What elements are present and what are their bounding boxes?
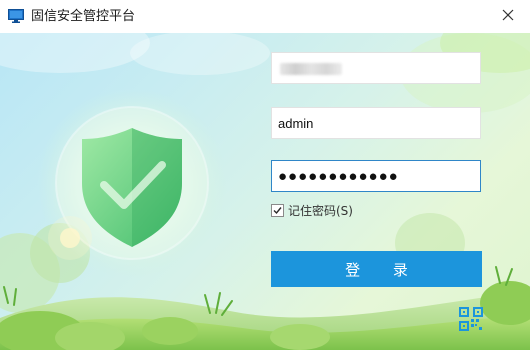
remember-checkbox[interactable] xyxy=(271,203,284,217)
username-field[interactable] xyxy=(271,107,481,139)
remember-label: 记住密码(S) xyxy=(288,203,353,218)
login-button[interactable]: 登 录 xyxy=(271,251,482,287)
login-window: 固信安全管控平台 admin ●●●●●●●●●●●● 记住密码(S) 登 录 xyxy=(0,0,530,350)
monitor-icon xyxy=(8,9,24,23)
window-title: 固信安全管控平台 xyxy=(31,9,136,24)
title-bar: 固信安全管控平台 xyxy=(0,0,530,33)
close-button[interactable] xyxy=(486,0,530,33)
qr-code-icon[interactable] xyxy=(459,307,483,331)
server-value-blurred xyxy=(280,63,342,75)
password-field[interactable] xyxy=(271,160,481,192)
server-field[interactable] xyxy=(271,52,481,84)
checkmark-icon xyxy=(273,206,282,214)
username-input[interactable] xyxy=(272,108,480,138)
remember-password[interactable]: 记住密码(S) xyxy=(271,202,353,218)
close-icon xyxy=(502,9,514,24)
password-input[interactable] xyxy=(272,161,480,191)
